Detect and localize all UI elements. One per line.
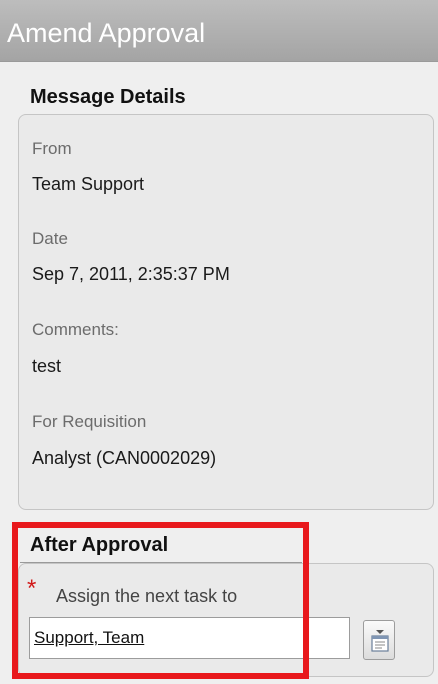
date-label: Date xyxy=(32,229,68,248)
page-title: Amend Approval xyxy=(0,0,438,62)
date-value: Sep 7, 2011, 2:35:37 PM xyxy=(32,264,230,284)
lookup-button[interactable] xyxy=(363,620,395,660)
requisition-label: For Requisition xyxy=(32,412,147,431)
from-label: From xyxy=(32,139,72,158)
highlight-box xyxy=(12,522,309,679)
requisition-value: Analyst (CAN0002029) xyxy=(32,448,217,468)
calendar-lookup-icon xyxy=(371,630,389,652)
from-value: Team Support xyxy=(32,174,145,194)
comments-value: test xyxy=(32,356,62,376)
message-details-heading: Message Details xyxy=(30,86,186,108)
comments-label: Comments: xyxy=(32,320,119,339)
